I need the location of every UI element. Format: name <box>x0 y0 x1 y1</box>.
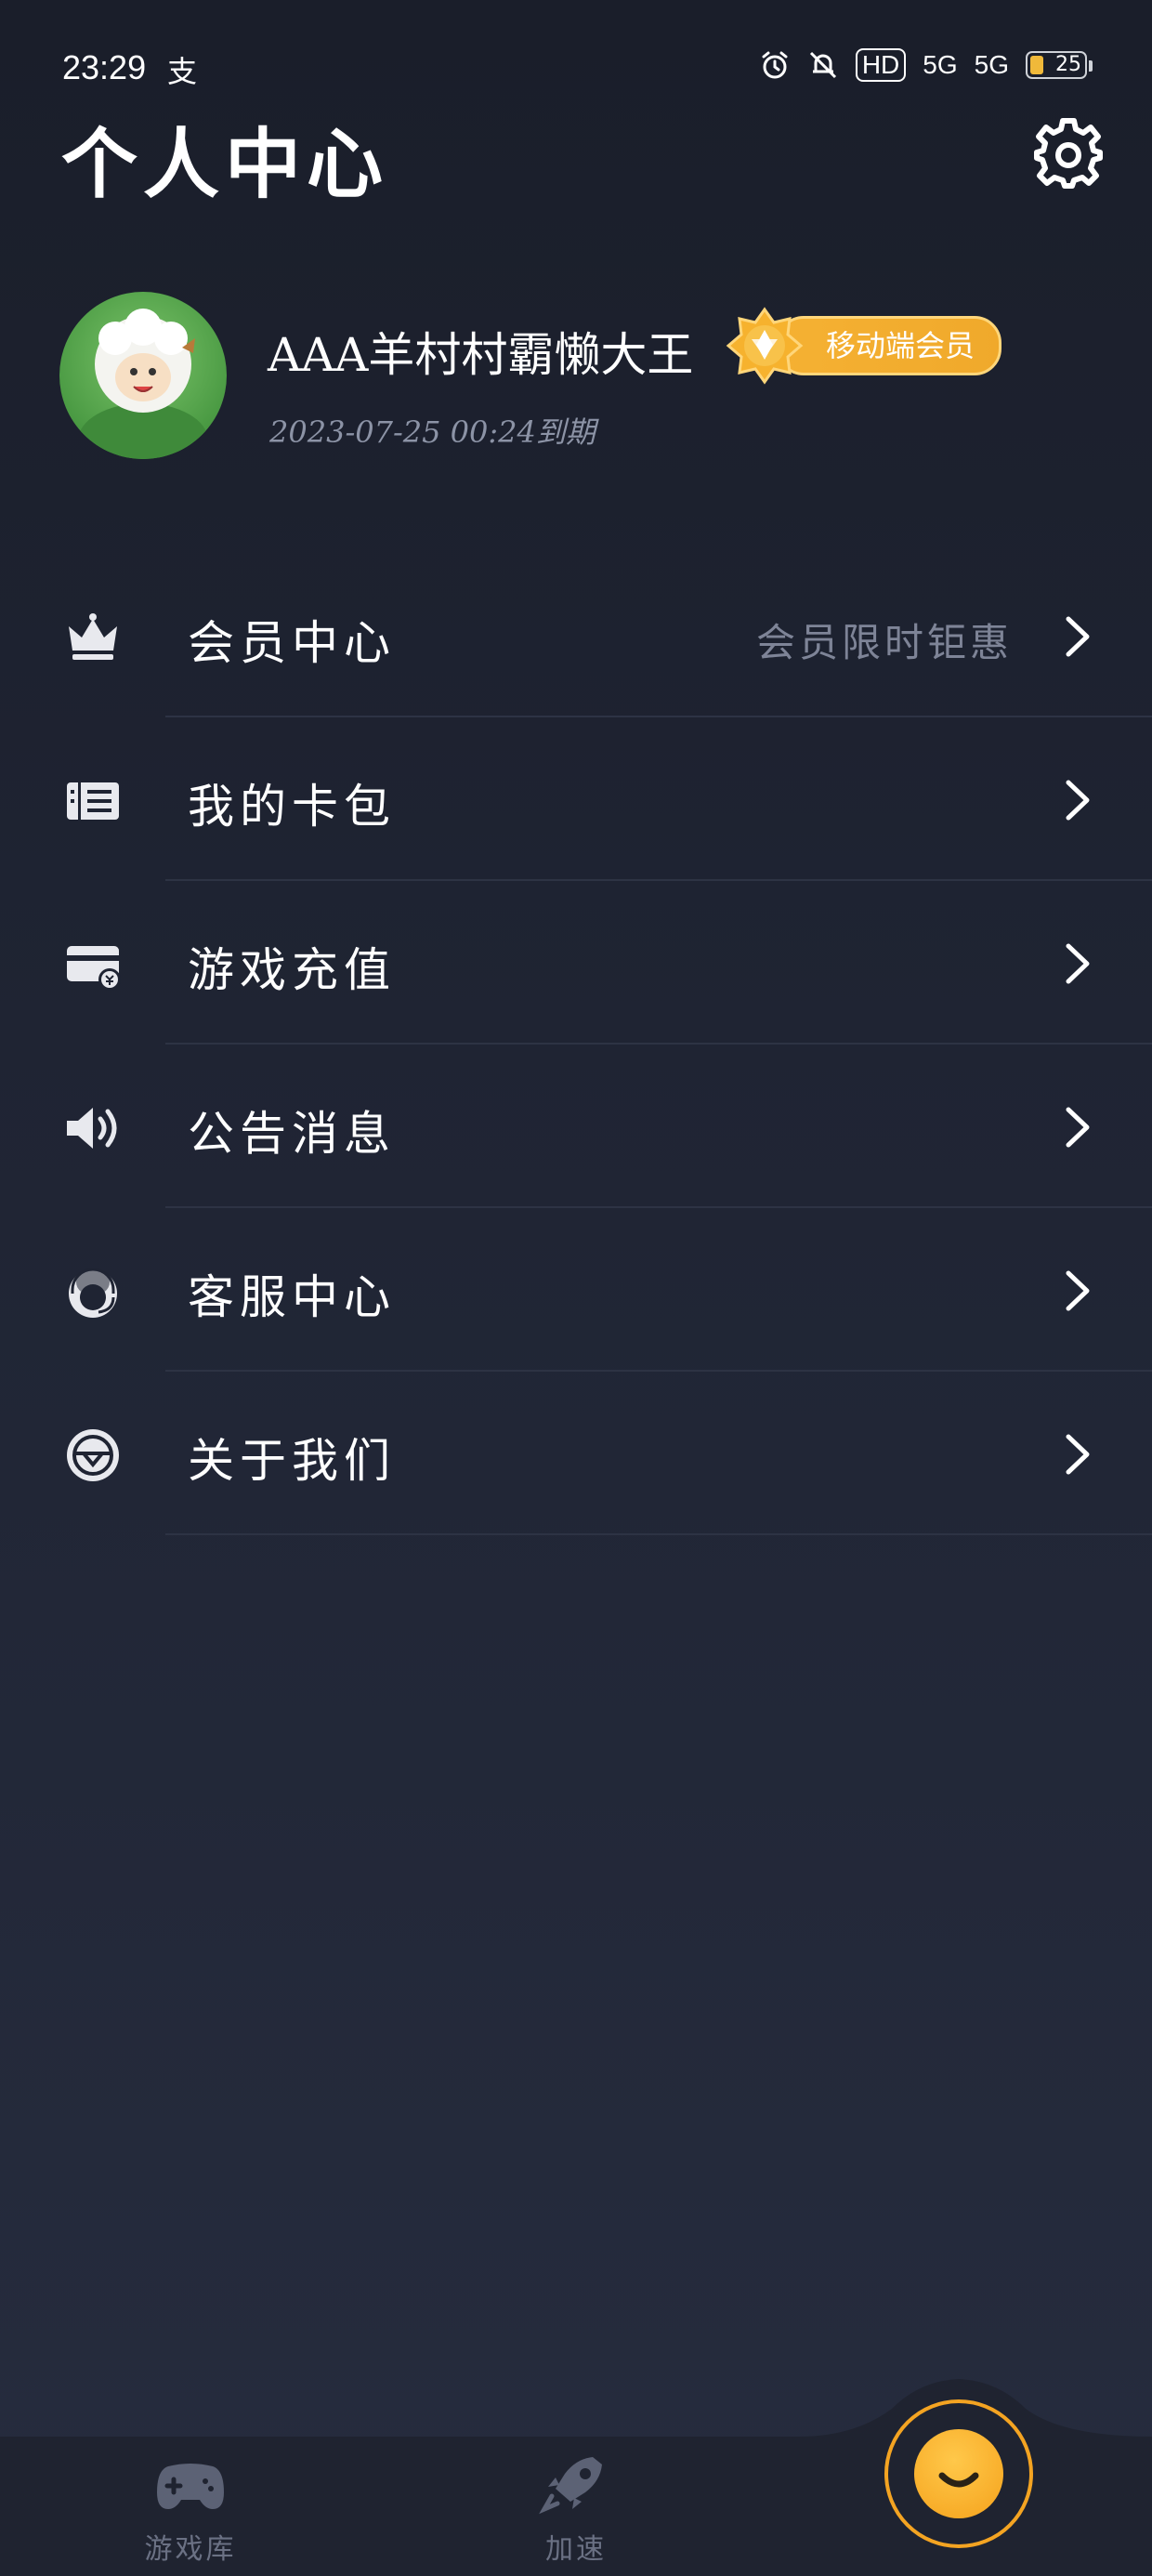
menu-item-label: 我的卡包 <box>188 780 396 834</box>
alarm-icon <box>762 51 788 79</box>
divider <box>165 1533 1152 1535</box>
menu-item-label: 客服中心 <box>188 1270 396 1324</box>
menu-item-customer-service[interactable]: 客服中心 <box>0 1208 1152 1372</box>
menu-item-announcements[interactable]: 公告消息 <box>0 1045 1152 1208</box>
menu-item-member-center[interactable]: 会员中心 会员限时钜惠 <box>0 554 1152 717</box>
member-badge-label: 移动端会员 <box>777 316 1002 375</box>
tab-profile-center-button[interactable] <box>884 2399 1033 2548</box>
menu-item-label: 游戏充值 <box>188 943 396 997</box>
avatar-image <box>78 309 208 459</box>
chevron-right-icon <box>1066 780 1090 821</box>
chevron-right-icon <box>1066 616 1090 657</box>
battery-icon: 25 <box>1026 51 1093 79</box>
status-bar: 23:29 支 HD 5G 5G 25 <box>0 0 1152 112</box>
gear-icon <box>1034 118 1103 189</box>
menu-item-label: 关于我们 <box>188 1434 396 1488</box>
membership-expiry: 2023-07-25 00:24到期 <box>269 414 596 450</box>
speaker-icon <box>67 1108 117 1149</box>
tab-accelerate[interactable]: 加速 <box>502 2453 650 2567</box>
vip-star-icon <box>726 307 804 385</box>
tab-label: 游戏库 <box>144 2533 237 2566</box>
menu-item-hint: 会员限时钜惠 <box>755 620 1013 665</box>
member-badge[interactable]: 移动端会员 <box>725 307 1002 385</box>
hd-voice-icon: HD <box>855 48 907 82</box>
page-title: 个人中心 <box>61 120 389 209</box>
smile-icon <box>938 2472 979 2488</box>
card-wallet-icon <box>67 782 119 820</box>
menu-list: 会员中心 会员限时钜惠 我的卡包 游戏充值 公告消息 客服中心 关于我们 <box>0 554 1152 1535</box>
alipay-status-icon: 支 <box>167 54 198 89</box>
signal-5g-icon: 5G <box>923 50 958 79</box>
customer-service-icon <box>69 1268 117 1318</box>
recharge-card-icon <box>67 946 121 991</box>
chevron-right-icon <box>1066 943 1090 984</box>
tab-game-library[interactable]: 游戏库 <box>116 2453 265 2567</box>
menu-item-label: 公告消息 <box>188 1107 396 1161</box>
tab-label: 加速 <box>545 2533 607 2566</box>
rocket-icon <box>539 2457 602 2515</box>
menu-item-label: 会员中心 <box>188 616 396 670</box>
settings-button[interactable] <box>1031 115 1106 190</box>
crown-icon <box>69 613 117 660</box>
avatar[interactable] <box>59 292 227 459</box>
chevron-right-icon <box>1066 1270 1090 1311</box>
username[interactable]: AAA羊村村霸懒大王 <box>268 318 693 385</box>
bell-muted-icon <box>809 51 836 79</box>
status-time: 23:29 <box>62 48 147 86</box>
menu-item-card-wallet[interactable]: 我的卡包 <box>0 717 1152 881</box>
chevron-right-icon <box>1066 1107 1090 1148</box>
about-logo-icon <box>67 1429 119 1481</box>
chevron-right-icon <box>1066 1434 1090 1475</box>
battery-level: 25 <box>1055 53 1081 76</box>
signal-5g-icon-2: 5G <box>974 50 1009 79</box>
menu-item-about-us[interactable]: 关于我们 <box>0 1372 1152 1535</box>
gamepad-icon <box>157 2464 224 2509</box>
menu-item-game-recharge[interactable]: 游戏充值 <box>0 881 1152 1045</box>
status-icons: HD 5G 5G 25 <box>759 48 1093 82</box>
